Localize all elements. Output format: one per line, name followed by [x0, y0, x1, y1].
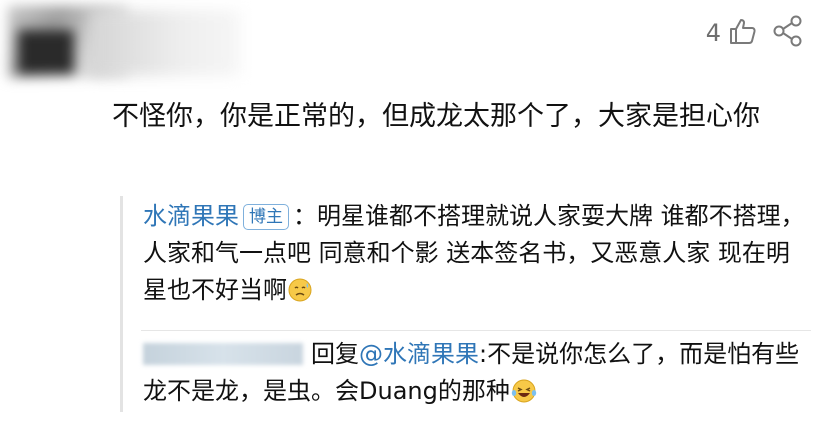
- comment-actions: 4: [706, 14, 805, 52]
- like-button[interactable]: 4: [706, 16, 757, 50]
- share-button[interactable]: [771, 14, 805, 52]
- reply-item[interactable]: 水滴果果 博主 ：明星谁都不搭理就说人家耍大牌 谁都不搭理，人家和气一点吧 同意和个…: [143, 198, 808, 314]
- author-badge: 博主: [243, 204, 289, 230]
- mention-link[interactable]: @水滴果果: [359, 340, 479, 368]
- reply-prefix: 回复: [311, 340, 359, 368]
- commenter-name-blurred[interactable]: [90, 10, 240, 76]
- share-icon: [771, 14, 805, 52]
- reply-divider: [141, 330, 811, 331]
- thumbs-up-icon: [727, 16, 757, 50]
- replier-name-blurred[interactable]: [143, 343, 303, 365]
- comment-body: 不怪你，你是正常的，但成龙太那个了，大家是担心你: [112, 101, 760, 132]
- reply-thread: 水滴果果 博主 ：明星谁都不搭理就说人家耍大牌 谁都不搭理，人家和气一点吧 同意和个…: [120, 196, 811, 412]
- laughing-face-icon: [510, 378, 538, 415]
- reply-item[interactable]: 回复@水滴果果:不是说你怎么了，而是怕有些龙不是龙，是虫。会Duang的那种: [143, 336, 808, 415]
- like-count: 4: [705, 19, 721, 47]
- reply-author[interactable]: 水滴果果: [143, 202, 239, 230]
- sweat-face-icon: [287, 277, 313, 314]
- reply-separator: ：: [293, 202, 317, 230]
